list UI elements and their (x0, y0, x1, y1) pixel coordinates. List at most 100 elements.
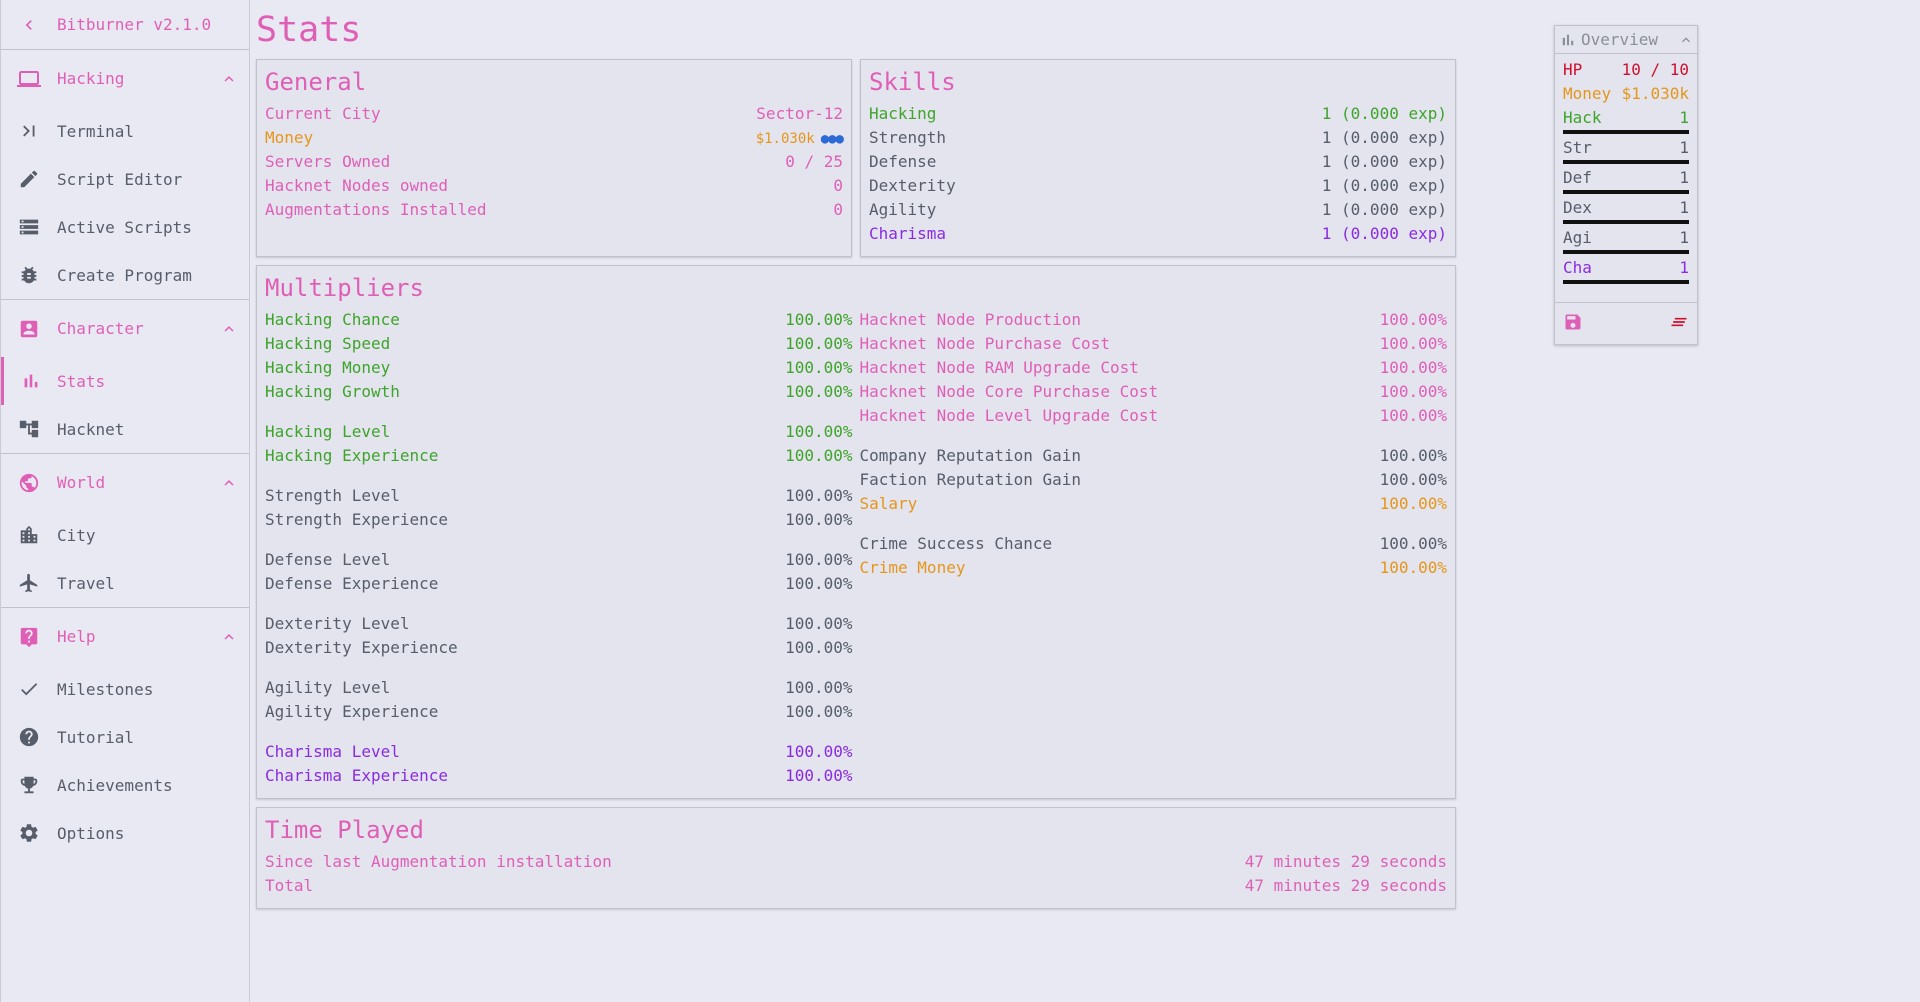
row-label: Agility Experience (265, 702, 439, 721)
row-value: 100.00% (785, 614, 853, 633)
ov-label: Agi (1563, 228, 1592, 247)
dex-progress-bar (1563, 220, 1689, 224)
ov-value: 1 (1679, 108, 1689, 127)
general-row-servers: Servers Owned 0 / 25 (265, 150, 843, 174)
mult-row: Strength Level 100.00% (265, 484, 853, 508)
sidebar-item-create-program[interactable]: Create Program (1, 251, 249, 299)
row-label: Salary (859, 494, 918, 513)
skill-row-strength: Strength 1 (0.000 exp) (869, 126, 1447, 150)
row-value: 1 (0.000 exp) (1321, 152, 1447, 171)
general-row-city: Current City Sector-12 (265, 102, 843, 126)
chevron-up-icon (209, 70, 249, 88)
row-label: Strength (869, 128, 947, 147)
ov-value: 10 / 10 (1621, 60, 1689, 79)
mult-row: Hacking Level 100.00% (265, 420, 853, 444)
help-circle-icon (1, 726, 57, 748)
row-label: Hacknet Node Core Purchase Cost (859, 382, 1159, 401)
overview-header[interactable]: Overview (1555, 26, 1697, 54)
skill-row-hacking: Hacking 1 (0.000 exp) (869, 102, 1447, 126)
sidebar-item-label: Create Program (57, 265, 192, 285)
sidebar-item-achievements[interactable]: Achievements (1, 761, 249, 809)
money-value-wrap: $1.030k ●●● (756, 126, 844, 150)
sidebar-section-world[interactable]: World (1, 454, 249, 511)
save-icon[interactable] (1563, 312, 1583, 336)
ov-value: 1 (1679, 228, 1689, 247)
row-value: 100.00% (1379, 406, 1447, 425)
sidebar-item-terminal[interactable]: Terminal (1, 107, 249, 155)
chevron-left-icon[interactable] (1, 15, 57, 35)
row-label: Crime Money (859, 558, 966, 577)
sidebar-item-label: Achievements (57, 775, 173, 795)
sidebar-item-label: Script Editor (57, 169, 183, 189)
row-label: Defense Level (265, 550, 391, 569)
row-label: Hacking Growth (265, 382, 400, 401)
row-value: 100.00% (785, 446, 853, 465)
row-label: Dexterity Level (265, 614, 410, 633)
row-value: 1 (0.000 exp) (1321, 128, 1447, 147)
sidebar-item-stats[interactable]: Stats (1, 357, 249, 405)
row-label: Defense (869, 152, 937, 171)
ov-label: Money (1563, 84, 1612, 103)
sidebar-section-hacking[interactable]: Hacking (1, 50, 249, 107)
check-icon (1, 678, 57, 700)
row-label: Defense Experience (265, 574, 439, 593)
row-value: 100.00% (785, 574, 853, 593)
sidebar-section-help[interactable]: Help (1, 608, 249, 665)
overview-str: Str 1 (1563, 136, 1689, 160)
row-label: Hacknet Node Production (859, 310, 1082, 329)
mult-row: Dexterity Experience 100.00% (265, 636, 853, 660)
panel-title: Multipliers (265, 274, 424, 302)
mult-row: Crime Money 100.00% (860, 556, 1448, 580)
row-label: Faction Reputation Gain (859, 470, 1082, 489)
sidebar-item-hacknet[interactable]: Hacknet (1, 405, 249, 453)
mult-row: Hacking Experience 100.00% (265, 444, 853, 468)
row-value: 1 (0.000 exp) (1321, 200, 1447, 219)
mult-row: Faction Reputation Gain 100.00% (860, 468, 1448, 492)
mult-row: Hacknet Node Production 100.00% (860, 308, 1448, 332)
mult-row: Hacking Money 100.00% (265, 356, 853, 380)
sidebar-item-travel[interactable]: Travel (1, 559, 249, 607)
row-label: Since last Augmentation installation (265, 852, 612, 871)
general-row-augmentations: Augmentations Installed 0 (265, 198, 843, 222)
sidebar-header: Bitburner v2.1.0 (1, 0, 249, 50)
mult-row: Charisma Experience 100.00% (265, 764, 853, 788)
row-value: 100.00% (785, 638, 853, 657)
overview-footer (1555, 302, 1697, 344)
ov-value: 1 (1679, 258, 1689, 277)
sidebar-item-label: Options (57, 823, 125, 843)
sidebar-item-script-editor[interactable]: Script Editor (1, 155, 249, 203)
sidebar-item-city[interactable]: City (1, 511, 249, 559)
sidebar-item-tutorial[interactable]: Tutorial (1, 713, 249, 761)
ov-label: HP (1563, 60, 1583, 79)
row-label: Total (265, 876, 314, 895)
row-value: 100.00% (785, 422, 853, 441)
mult-row: Charisma Level 100.00% (265, 740, 853, 764)
sidebar-item-active-scripts[interactable]: Active Scripts (1, 203, 249, 251)
sidebar-section-character[interactable]: Character (1, 300, 249, 357)
sidebar-item-milestones[interactable]: Milestones (1, 665, 249, 713)
sidebar-item-options[interactable]: Options (1, 809, 249, 857)
clear-all-icon[interactable] (1669, 312, 1689, 336)
chevron-up-icon (209, 628, 249, 646)
row-value: 100.00% (785, 334, 853, 353)
more-horiz-icon[interactable]: ●●● (821, 131, 844, 147)
row-label: Charisma Level (265, 742, 400, 761)
page-title: Stats (256, 10, 362, 50)
row-label: Hacknet Node Level Upgrade Cost (859, 406, 1159, 425)
row-value: 100.00% (1379, 310, 1447, 329)
row-value: 100.00% (785, 510, 853, 529)
general-row-money: Money $1.030k ●●● (265, 126, 844, 150)
sidebar-item-label: Active Scripts (57, 217, 192, 237)
chevron-up-icon[interactable] (1675, 32, 1697, 48)
row-label: Hacking Level (265, 422, 391, 441)
sidebar-item-label: Terminal (57, 121, 135, 141)
row-label: Dexterity Experience (265, 638, 458, 657)
row-value: 0 (833, 200, 843, 219)
row-label: Agility (869, 200, 937, 219)
